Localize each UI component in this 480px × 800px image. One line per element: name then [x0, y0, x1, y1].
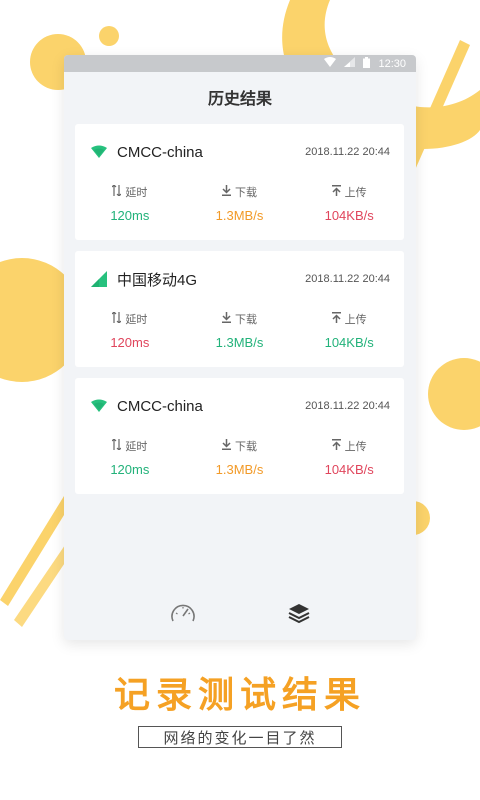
network-name: 中国移动4G [117, 271, 198, 289]
latency-icon [111, 184, 122, 199]
metric-label: 下载 [235, 314, 257, 326]
network-name: CMCC-china [117, 143, 203, 161]
metric-label: 下载 [235, 441, 257, 453]
promo-subtitle: 网络的变化一目了然 [138, 726, 342, 748]
metric-value: 104KB/s [324, 335, 374, 350]
latency-metric: 延时 120ms [75, 438, 185, 477]
wifi-icon [91, 398, 107, 414]
metric-label: 延时 [125, 187, 148, 199]
upload-metric: 上传 104KB/s [294, 438, 404, 477]
signal-status-icon [344, 57, 356, 70]
status-time: 12:30 [378, 57, 406, 70]
cellular-signal-icon [91, 271, 107, 287]
layers-icon[interactable] [288, 602, 310, 629]
battery-icon [363, 56, 371, 71]
timestamp: 2018.11.22 20:44 [305, 273, 390, 285]
metric-value: 1.3MB/s [215, 208, 264, 223]
download-metric: 下载 1.3MB/s [185, 311, 295, 350]
metric-label: 下载 [235, 187, 257, 199]
bottom-tab-bar [64, 590, 416, 640]
metric-label: 上传 [344, 314, 367, 326]
latency-metric: 延时 120ms [75, 184, 185, 223]
metric-value: 120ms [110, 462, 150, 477]
speedometer-icon[interactable] [170, 602, 196, 629]
timestamp: 2018.11.22 20:44 [305, 146, 390, 158]
status-bar: 12:30 [64, 55, 416, 72]
upload-icon [331, 312, 341, 326]
metric-value: 104KB/s [324, 462, 374, 477]
metric-value: 1.3MB/s [215, 335, 264, 350]
wifi-status-icon [324, 57, 337, 70]
metric-label: 上传 [344, 441, 367, 453]
upload-icon [331, 439, 341, 453]
latency-icon [111, 438, 122, 453]
metric-value: 1.3MB/s [215, 462, 264, 477]
latency-icon [111, 311, 122, 326]
wifi-icon [91, 144, 107, 160]
result-card[interactable]: 中国移动4G 2018.11.22 20:44 延时 120ms 下载 1.3M… [75, 251, 404, 367]
upload-icon [331, 185, 341, 199]
network-name: CMCC-china [117, 397, 203, 415]
timestamp: 2018.11.22 20:44 [305, 400, 390, 412]
metric-value: 120ms [110, 335, 150, 350]
download-icon [222, 439, 231, 453]
latency-metric: 延时 120ms [75, 311, 185, 350]
phone-screen: 12:30 历史结果 CMCC-china 2018.11.22 20:44 延… [64, 55, 416, 640]
metric-label: 延时 [125, 314, 148, 326]
download-metric: 下载 1.3MB/s [185, 438, 295, 477]
metric-label: 上传 [344, 187, 367, 199]
metric-value: 120ms [110, 208, 150, 223]
upload-metric: 上传 104KB/s [294, 311, 404, 350]
result-card[interactable]: CMCC-china 2018.11.22 20:44 延时 120ms 下载 … [75, 378, 404, 494]
result-card[interactable]: CMCC-china 2018.11.22 20:44 延时 120ms 下载 … [75, 124, 404, 240]
download-icon [222, 312, 231, 326]
page-title: 历史结果 [207, 91, 272, 108]
download-metric: 下载 1.3MB/s [185, 184, 295, 223]
metric-value: 104KB/s [324, 208, 374, 223]
metric-label: 延时 [125, 441, 148, 453]
promo-slogan: 记录测试结果 [113, 674, 366, 715]
upload-metric: 上传 104KB/s [294, 184, 404, 223]
download-icon [222, 185, 231, 199]
